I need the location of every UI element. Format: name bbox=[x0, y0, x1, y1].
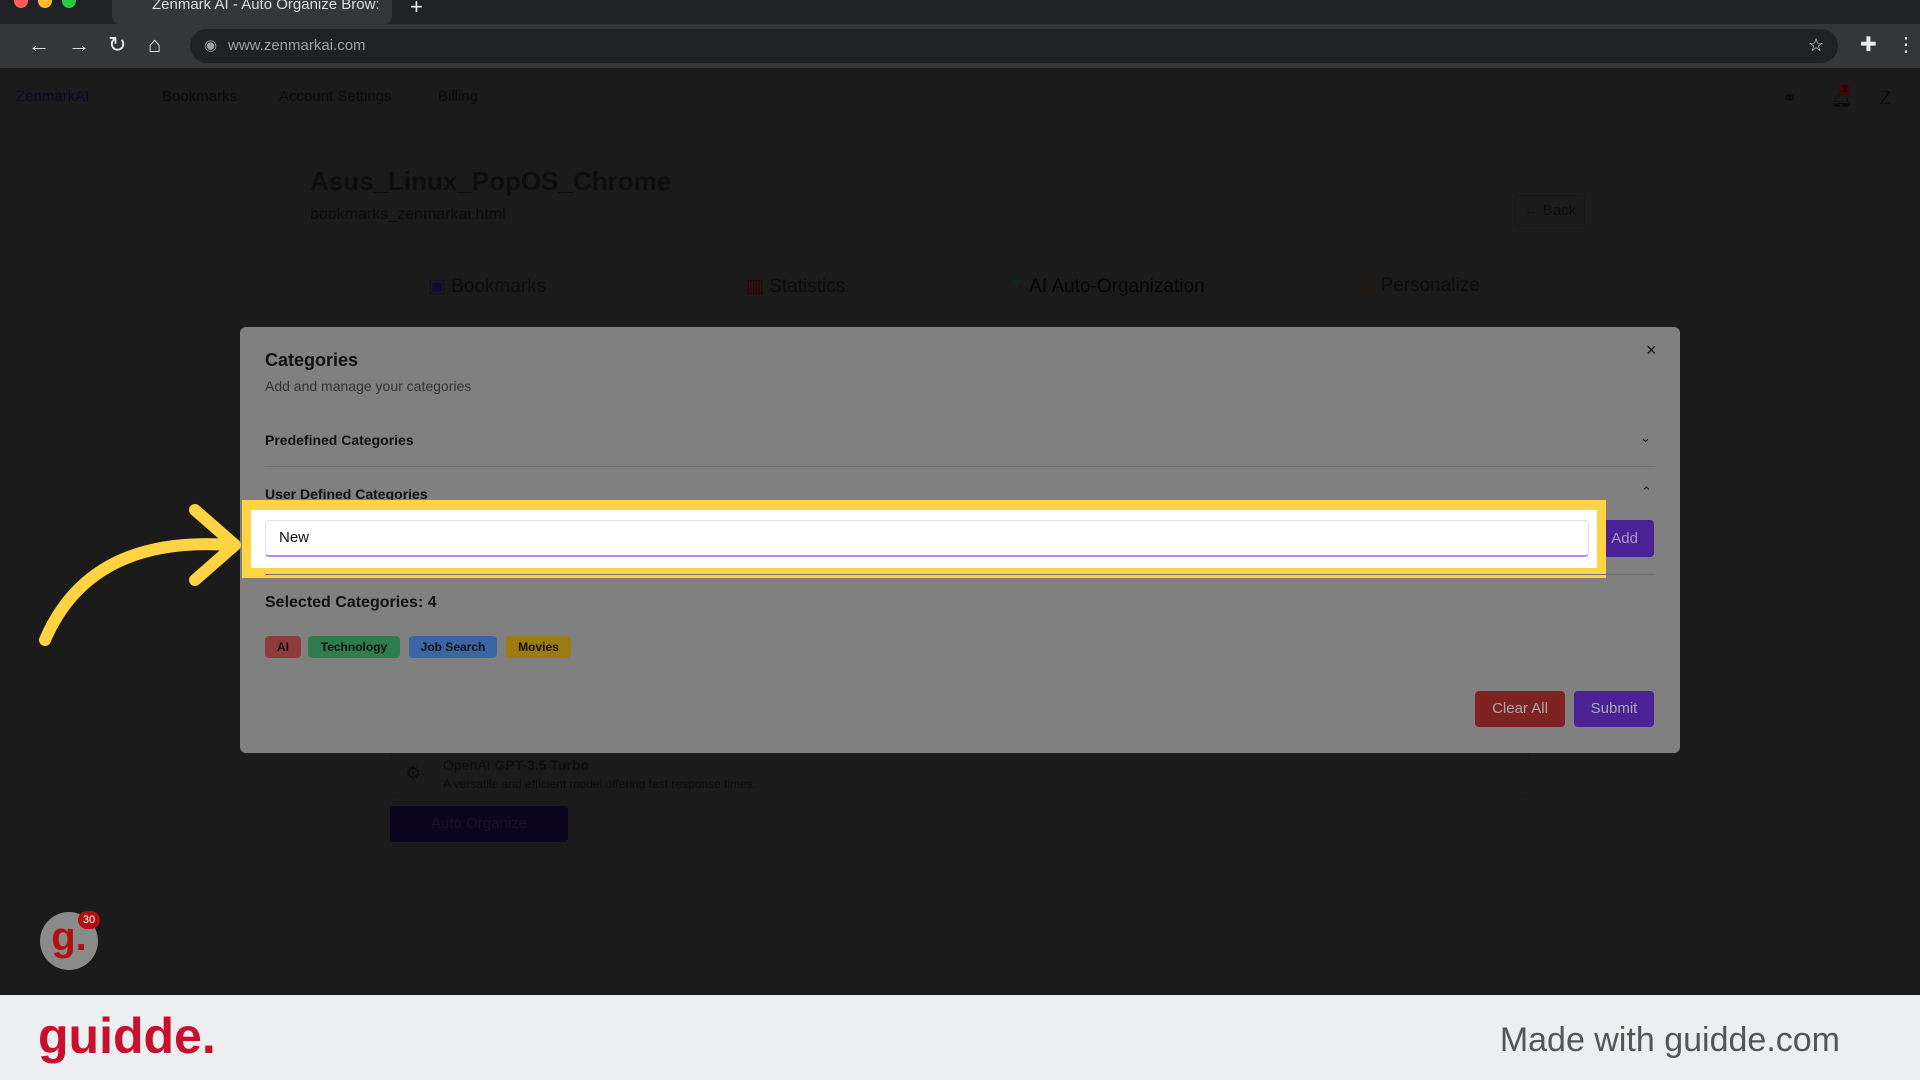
chip-technology[interactable]: Technology bbox=[308, 636, 400, 658]
browser-tab[interactable]: Zenmark AI - Auto Organize Brow: bbox=[112, 0, 392, 24]
selected-categories-count: Selected Categories: 4 bbox=[265, 594, 437, 611]
clear-all-button[interactable]: Clear All bbox=[1475, 691, 1565, 727]
openai-icon: ⚙ bbox=[405, 763, 422, 783]
divider bbox=[265, 574, 1655, 575]
back-arrow-icon[interactable]: ← bbox=[28, 32, 50, 58]
model-select[interactable]: ⚙ OpenAI GPT-3.5 Turbo A versatile and e… bbox=[390, 752, 1530, 796]
maximize-window-button[interactable] bbox=[62, 0, 76, 8]
tab-bookmarks[interactable]: ▣ Bookmarks bbox=[428, 275, 546, 298]
url-text: www.zenmarkai.com bbox=[228, 37, 366, 54]
nav-account-settings[interactable]: Account Settings bbox=[279, 88, 392, 105]
tab-statistics[interactable]: ▥ Statistics bbox=[746, 275, 845, 298]
address-bar[interactable]: ◉ www.zenmarkai.com bbox=[190, 29, 1838, 63]
model-name: GPT-3.5 Turbo bbox=[494, 757, 590, 773]
footer: guidde. Made with guidde.com bbox=[0, 995, 1920, 1080]
new-tab-button[interactable]: + bbox=[410, 0, 423, 20]
bar-chart-icon: ▥ bbox=[746, 276, 764, 297]
minimize-window-button[interactable] bbox=[38, 0, 52, 8]
model-description: A versatile and efficient model offering… bbox=[443, 777, 757, 791]
arrow-annotation bbox=[39, 504, 241, 646]
guidde-logo: guidde. bbox=[38, 1008, 216, 1064]
category-input[interactable]: New bbox=[265, 520, 1589, 557]
chip-movies[interactable]: Movies bbox=[506, 636, 571, 658]
reload-icon[interactable]: ↻ bbox=[108, 32, 126, 58]
bookmark-icon: ▣ bbox=[428, 276, 446, 297]
back-label: Back bbox=[1542, 202, 1577, 219]
logo[interactable]: ZenmarkAI bbox=[16, 88, 89, 105]
nav-bookmarks[interactable]: Bookmarks bbox=[162, 88, 237, 105]
submit-button[interactable]: Submit bbox=[1574, 691, 1654, 727]
home-icon[interactable]: ⌂ bbox=[148, 32, 161, 58]
page-title: Asus_Linux_PopOS_Chrome bbox=[310, 166, 672, 196]
nav-billing[interactable]: Billing bbox=[438, 88, 478, 105]
notification-badge: 3 bbox=[1838, 84, 1851, 97]
back-button[interactable]: ← Back bbox=[1515, 195, 1585, 227]
model-vendor: OpenAI bbox=[443, 757, 491, 773]
made-with-text: Made with guidde.com bbox=[1499, 1021, 1840, 1059]
browser-tab-bar: Zenmark AI - Auto Organize Brow: + bbox=[0, 0, 1920, 24]
chevron-down-icon[interactable]: ⌄ bbox=[1640, 430, 1651, 446]
auto-organize-button[interactable]: Auto Organize bbox=[390, 806, 568, 842]
tab-personalize[interactable]: ⤭ Personalize bbox=[1360, 275, 1480, 297]
star-icon[interactable]: ☆ bbox=[1808, 35, 1824, 56]
extensions-icon[interactable]: ✚ bbox=[1860, 32, 1877, 57]
file-name: bookmarks_zenmarkai.html bbox=[310, 206, 506, 223]
globe-icon: ◉ bbox=[204, 37, 218, 54]
divider bbox=[265, 466, 1655, 467]
close-window-button[interactable] bbox=[14, 0, 28, 8]
menu-icon[interactable]: ⋮ bbox=[1896, 32, 1916, 57]
forward-arrow-icon[interactable]: → bbox=[68, 32, 90, 58]
chevron-up-icon[interactable]: ⌃ bbox=[1641, 484, 1652, 500]
chip-ai[interactable]: AI bbox=[265, 636, 301, 658]
tab-ai-auto-organization[interactable]: ⚚ AI Auto-Organization bbox=[1008, 275, 1205, 298]
modal-title: Categories bbox=[265, 350, 359, 370]
avatar[interactable]: Z bbox=[1880, 88, 1891, 109]
tab-title: Zenmark AI - Auto Organize Brow: bbox=[152, 0, 380, 13]
close-icon[interactable]: × bbox=[1646, 340, 1657, 361]
shuffle-icon: ⤭ bbox=[1360, 275, 1376, 296]
integrations-icon[interactable]: ⚭ bbox=[1782, 88, 1797, 109]
widget-badge: 30 bbox=[78, 911, 100, 929]
modal-subtitle: Add and manage your categories bbox=[265, 378, 472, 394]
chip-job-search[interactable]: Job Search bbox=[409, 636, 497, 658]
magic-wand-icon: ⚚ bbox=[1008, 276, 1026, 297]
predefined-categories-header[interactable]: Predefined Categories bbox=[265, 432, 414, 448]
